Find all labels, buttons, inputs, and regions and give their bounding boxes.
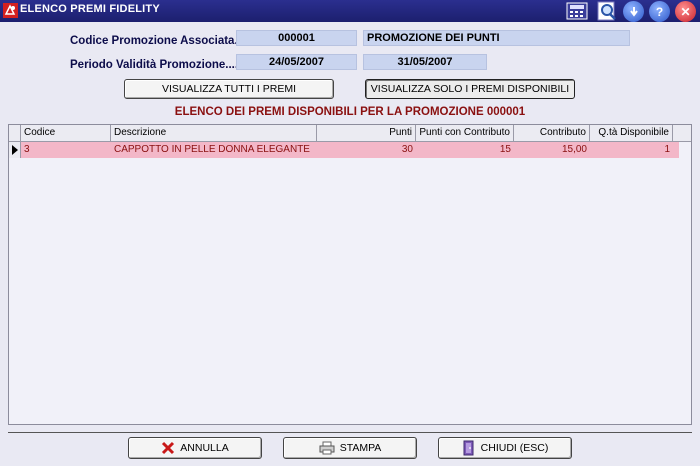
visualizza-tutti-button[interactable]: VISUALIZZA TUTTI I PREMI [124,79,334,99]
annulla-button[interactable]: ANNULLA [128,437,262,459]
row-selector-header [9,125,21,141]
help-icon[interactable]: ? [649,1,670,22]
app-logo-icon [3,3,18,18]
download-icon[interactable] [623,1,644,22]
cell-descrizione: CAPPOTTO IN PELLE DONNA ELEGANTE [114,144,310,155]
data-fine-field[interactable]: 31/05/2007 [363,54,487,70]
title-bar: ELENCO PREMI FIDELITY ? ✕ [0,0,700,22]
column-header-punti-con-contributo[interactable]: Punti con Contributo [416,125,514,141]
table-row[interactable]: 3 CAPPOTTO IN PELLE DONNA ELEGANTE 30 15… [9,142,691,158]
row-pointer-icon [9,142,21,158]
search-icon[interactable] [596,1,618,21]
cell-codice: 3 [24,144,30,155]
cell-qta-disponibile: 1 [664,144,670,155]
chiudi-button[interactable]: CHIUDI (ESC) [438,437,572,459]
column-header-codice[interactable]: Codice [21,125,111,141]
column-header-qta-disponibile[interactable]: Q.tà Disponibile [590,125,673,141]
codice-promozione-label: Codice Promozione Associata.... [70,35,248,47]
stampa-button[interactable]: STAMPA [283,437,417,459]
column-header-contributo[interactable]: Contributo [514,125,590,141]
bottom-divider [8,432,692,433]
window-title: ELENCO PREMI FIDELITY [20,3,160,15]
table-header: Codice Descrizione Punti Punti con Contr… [9,125,691,142]
cancel-x-icon [162,441,175,455]
periodo-validita-label: Periodo Validità Promozione....... [70,59,248,71]
calculator-icon[interactable] [566,1,588,21]
visualizza-disponibili-button[interactable]: VISUALIZZA SOLO I PREMI DISPONIBILI [365,79,575,99]
printer-icon [319,441,335,455]
column-header-descrizione[interactable]: Descrizione [111,125,317,141]
column-header-punti[interactable]: Punti [317,125,416,141]
codice-promozione-field[interactable]: 000001 [236,30,357,46]
annulla-label: ANNULLA [180,442,229,454]
data-inizio-field[interactable]: 24/05/2007 [236,54,357,70]
close-icon[interactable]: ✕ [675,1,696,22]
premi-table[interactable]: Codice Descrizione Punti Punti con Contr… [8,124,692,425]
list-heading: ELENCO DEI PREMI DISPONIBILI PER LA PROM… [174,106,526,118]
cell-contributo: 15,00 [561,144,587,155]
stampa-label: STAMPA [339,442,382,454]
chiudi-label: CHIUDI (ESC) [480,442,549,454]
descrizione-promozione-field[interactable]: PROMOZIONE DEI PUNTI [363,30,630,46]
cell-punti-con-contributo: 15 [499,144,511,155]
cell-punti: 30 [401,144,413,155]
exit-door-icon [463,440,474,456]
